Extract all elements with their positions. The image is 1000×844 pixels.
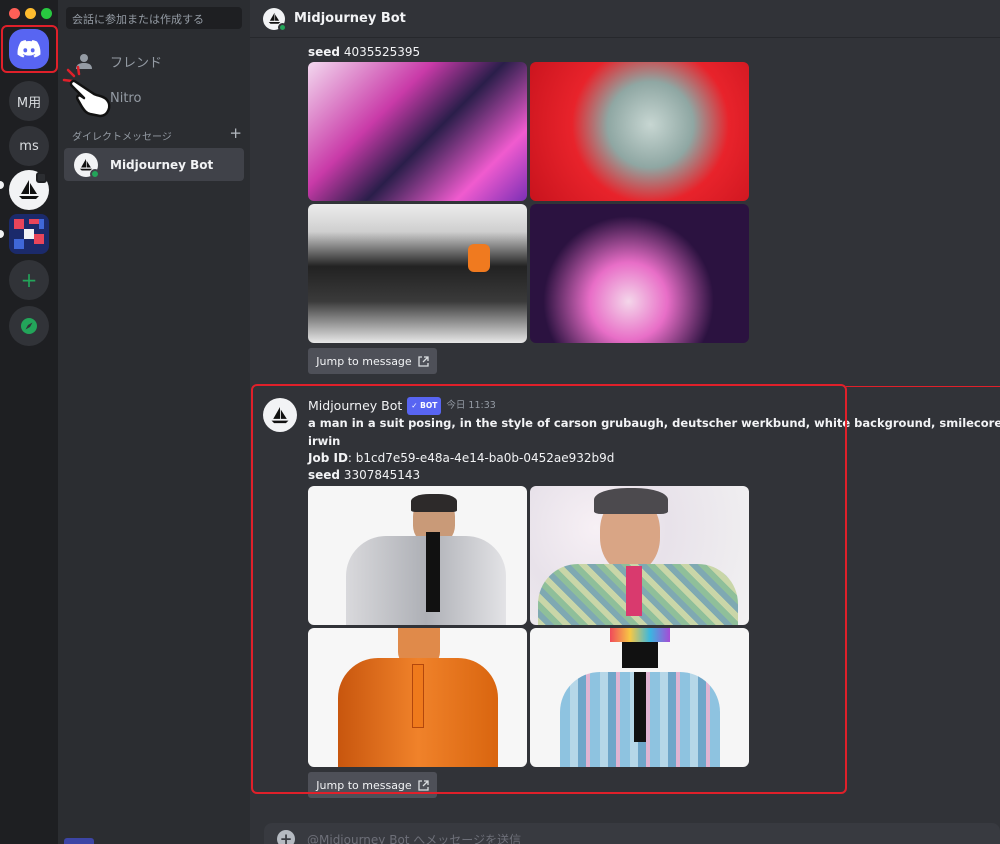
add-server-button[interactable]: + xyxy=(9,260,49,300)
grid-image[interactable] xyxy=(308,204,527,343)
seed-label: seed xyxy=(308,45,341,59)
message-list: seed 4035525395 Jump to message Midjourn… xyxy=(250,38,1000,810)
jump-label: Jump to message xyxy=(316,354,412,368)
pixel-art-icon xyxy=(14,219,44,249)
calendar-icon xyxy=(36,172,47,183)
server-m-label: M用 xyxy=(16,95,42,111)
dm-header-label: ダイレクトメッセージ xyxy=(72,132,172,143)
pointing-hand-icon xyxy=(62,65,111,118)
explore-button[interactable] xyxy=(9,306,49,346)
image-grid-1[interactable] xyxy=(308,62,749,343)
attach-button[interactable]: + xyxy=(277,830,295,844)
search-input[interactable]: 会話に参加または作成する xyxy=(66,7,242,29)
unread-indicator xyxy=(0,181,4,189)
server-ms[interactable]: ms xyxy=(9,126,49,166)
page-title: Midjourney Bot xyxy=(294,11,406,26)
server-list: M用 ms + xyxy=(0,0,58,844)
seed-value: 4035525395 xyxy=(343,45,421,59)
dm-sidebar: 会話に参加または作成する フレンド Nitro ダイレクトメッセージ + Mid… xyxy=(58,0,250,844)
add-dm-button[interactable]: + xyxy=(229,126,242,143)
online-status-icon xyxy=(278,22,287,32)
seed-line-1: seed 4035525395 xyxy=(308,44,420,60)
grid-image[interactable] xyxy=(530,204,749,343)
discord-app: M用 ms + 会話に参加または作成する フレンド Nitro ダイレクトメッセ… xyxy=(0,0,1000,844)
external-link-icon xyxy=(418,355,429,367)
server-m[interactable]: M用 xyxy=(9,81,49,121)
close-window-button[interactable] xyxy=(9,8,20,19)
channel-header: Midjourney Bot xyxy=(250,0,1000,38)
message-composer[interactable]: + @Midjourney Bot へメッセージを送信 xyxy=(264,823,1000,844)
new-messages-divider xyxy=(846,386,1000,387)
dm-item-label: Midjourney Bot xyxy=(110,157,214,172)
avatar xyxy=(74,152,100,179)
highlight-message xyxy=(251,384,847,794)
grid-image[interactable] xyxy=(308,62,527,201)
header-avatar xyxy=(263,7,287,32)
dm-header: ダイレクトメッセージ + xyxy=(72,126,242,144)
selected-indicator xyxy=(0,230,4,238)
compass-icon xyxy=(21,318,37,334)
jump-to-message-button[interactable]: Jump to message xyxy=(308,348,437,374)
grid-image[interactable] xyxy=(530,62,749,201)
search-placeholder: 会話に参加または作成する xyxy=(72,13,204,26)
online-status-icon xyxy=(90,168,100,179)
add-server-label: + xyxy=(20,268,38,292)
user-panel-edge xyxy=(64,838,94,844)
friends-label: フレンド xyxy=(110,55,163,71)
minimize-window-button[interactable] xyxy=(25,8,36,19)
server-ms-label: ms xyxy=(19,138,39,154)
dm-item-midjourney[interactable]: Midjourney Bot xyxy=(64,148,244,181)
message-input[interactable]: @Midjourney Bot へメッセージを送信 xyxy=(307,831,521,844)
maximize-window-button[interactable] xyxy=(41,8,52,19)
server-pixel[interactable] xyxy=(9,214,49,254)
highlight-home xyxy=(1,25,58,73)
